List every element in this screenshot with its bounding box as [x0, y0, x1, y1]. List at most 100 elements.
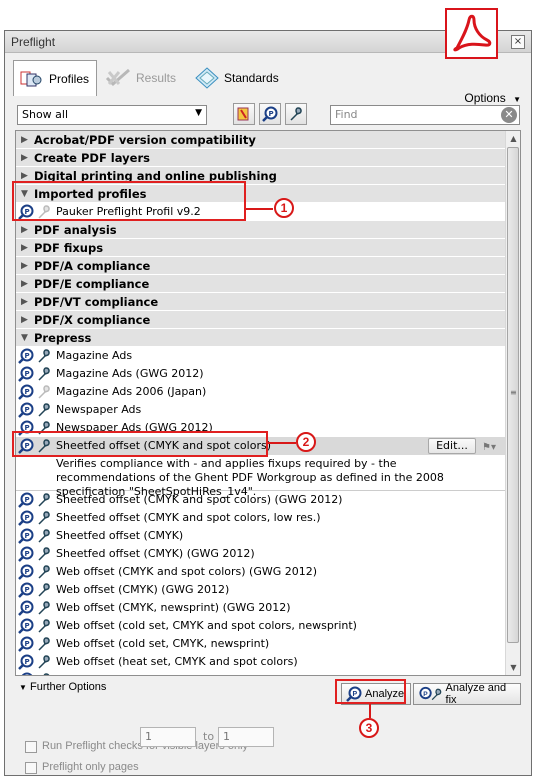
callout-box-analyze [335, 679, 406, 704]
category-label: PDF/VT compliance [34, 295, 159, 309]
tab-standards-label: Standards [224, 71, 279, 85]
scroll-down-icon[interactable]: ▼ [506, 660, 520, 675]
fixup-wrench-icon [38, 655, 50, 669]
profile-description: Verifies compliance with - and applies f… [16, 455, 506, 498]
preflight-check-icon: P [18, 636, 34, 652]
preflight-check-icon: P [18, 618, 34, 634]
collapsed-triangle-icon[interactable]: ▶ [21, 221, 28, 239]
category-row[interactable]: ▶ PDF/VT compliance [16, 293, 506, 311]
collapsed-triangle-icon[interactable]: ▶ [21, 257, 28, 275]
page-to-label: to [203, 730, 215, 743]
fixup-wrench-icon [38, 511, 50, 525]
collapsed-triangle-icon[interactable]: ▶ [21, 239, 28, 257]
fixup-wrench-icon [38, 619, 50, 633]
fixup-wrench-icon [38, 601, 50, 615]
select-profiles-button[interactable] [233, 103, 255, 125]
svg-text:P: P [269, 110, 274, 118]
category-row[interactable]: ▶ PDF/A compliance [16, 257, 506, 275]
category-row[interactable]: ▶ Create PDF layers [16, 149, 506, 167]
profile-label: Web offset (cold set, CMYK and spot colo… [56, 619, 357, 632]
filter-dropdown[interactable]: Show all ▼ [17, 105, 207, 125]
preflight-check-icon: P [18, 600, 34, 616]
fixup-wrench-icon [38, 349, 50, 363]
profile-label: Web offset (heat set, CMYK and spot colo… [56, 655, 298, 668]
category-row[interactable]: ▶ Acrobat/PDF version compatibility [16, 131, 506, 149]
fixup-wrench-icon [38, 493, 50, 507]
clear-search-icon[interactable]: ✕ [501, 107, 517, 123]
fixup-wrench-icon [38, 367, 50, 381]
category-row[interactable]: ▶ PDF fixups [16, 239, 506, 257]
svg-text:P: P [25, 496, 30, 504]
svg-text:P: P [25, 352, 30, 360]
profile-label: Sheetfed offset (CMYK and spot colors, l… [56, 511, 321, 524]
profile-row[interactable]: P Magazine Ads 2006 (Japan) [16, 383, 506, 401]
close-button[interactable]: × [511, 35, 525, 49]
scroll-up-icon[interactable]: ▲ [506, 131, 520, 146]
fixup-wrench-icon [38, 529, 50, 543]
profile-label: Sheetfed offset (CMYK) [56, 529, 184, 542]
profile-label: Web offset (CMYK) (GWG 2012) [56, 583, 230, 596]
profile-row[interactable]: P Magazine Ads [16, 347, 506, 365]
profile-row[interactable]: P Web offset (CMYK, newsprint) (GWG 2012) [16, 599, 506, 617]
toolbar: Show all ▼ P Find ✕ [15, 103, 523, 129]
category-label: PDF fixups [34, 241, 104, 255]
collapsed-triangle-icon[interactable]: ▶ [21, 149, 28, 167]
profile-row[interactable]: P Web offset (CMYK) (GWG 2012) [16, 581, 506, 599]
profile-row[interactable]: P Sheetfed offset (CMYK and spot colors) … [16, 491, 506, 509]
svg-text:P: P [25, 604, 30, 612]
profile-row[interactable]: P Magazine Ads (GWG 2012) [16, 365, 506, 383]
only-pages-checkbox[interactable] [25, 762, 37, 774]
profile-row[interactable]: P Web offset (cold set, CMYK and spot col… [16, 617, 506, 635]
svg-text:P: P [25, 586, 30, 594]
tab-standards[interactable]: Standards [195, 60, 279, 96]
profile-row[interactable]: P Web offset (heat set, CMYK) [16, 671, 506, 675]
tab-results[interactable]: Results [105, 60, 176, 96]
preflight-check-icon: P [18, 348, 34, 364]
collapsed-triangle-icon[interactable]: ▶ [21, 131, 28, 149]
category-label: PDF/X compliance [34, 313, 151, 327]
profile-row[interactable]: P Sheetfed offset (CMYK) [16, 527, 506, 545]
preflight-window: Preflight × Profiles Results Standards O… [4, 30, 532, 776]
preflight-check-icon: P [21, 672, 33, 675]
profile-row[interactable]: P Web offset (cold set, CMYK, newsprint) [16, 635, 506, 653]
list-scrollbar[interactable]: ▲ ≡ ▼ [505, 131, 520, 675]
search-input[interactable]: Find ✕ [330, 105, 520, 125]
page-to-input[interactable]: 1 [218, 727, 274, 747]
profile-label: Web offset (CMYK, newsprint) (GWG 2012) [56, 601, 291, 614]
page-from-input[interactable]: 1 [140, 727, 196, 747]
profile-row[interactable]: P Web offset (heat set, CMYK and spot col… [16, 653, 506, 671]
category-row[interactable]: ▶ PDF/E compliance [16, 275, 506, 293]
profile-row[interactable]: P Newspaper Ads [16, 401, 506, 419]
preflight-check-icon: P [18, 492, 34, 508]
further-options-label: Further Options [29, 681, 107, 693]
scroll-thumb[interactable]: ≡ [507, 147, 519, 643]
collapsed-triangle-icon[interactable]: ▶ [21, 275, 28, 293]
profile-row[interactable]: P Sheetfed offset (CMYK) (GWG 2012) [16, 545, 506, 563]
category-row[interactable]: ▶ PDF analysis [16, 221, 506, 239]
analyze-fix-icon: P [419, 686, 442, 701]
callout-line [246, 208, 273, 210]
profile-row[interactable]: P Web offset (CMYK and spot colors) (GWG … [16, 563, 506, 581]
tab-profiles[interactable]: Profiles [13, 60, 97, 96]
category-row[interactable]: ▶ PDF/X compliance [16, 311, 506, 329]
profiles-icon [20, 71, 42, 86]
collapsed-triangle-icon[interactable]: ▶ [21, 293, 28, 311]
chevron-down-icon: ▼ [195, 108, 202, 118]
profile-label: Sheetfed offset (CMYK and spot colors) (… [56, 493, 343, 506]
further-options-toggle[interactable]: ▼ Further Options [19, 681, 106, 693]
visible-layers-checkbox[interactable] [25, 741, 37, 753]
profile-row[interactable]: P Sheetfed offset (CMYK and spot colors, … [16, 509, 506, 527]
fixup-filter-button[interactable] [285, 103, 307, 125]
edit-profile-button[interactable]: Edit... [428, 438, 476, 454]
profile-label: Web offset (CMYK and spot colors) (GWG 2… [56, 565, 318, 578]
svg-text:P: P [25, 568, 30, 576]
analyze-and-fix-button[interactable]: P Analyze and fix [413, 682, 521, 706]
expanded-triangle-icon[interactable]: ▼ [21, 329, 28, 347]
collapsed-triangle-icon[interactable]: ▶ [21, 311, 28, 329]
check-filter-button[interactable]: P [259, 103, 281, 125]
profile-label: Magazine Ads 2006 (Japan) [56, 385, 207, 398]
svg-text:P: P [25, 532, 30, 540]
category-row[interactable]: ▼ Prepress [16, 329, 506, 347]
preflight-check-icon: P [18, 528, 34, 544]
preflight-check-icon: P [18, 546, 34, 562]
